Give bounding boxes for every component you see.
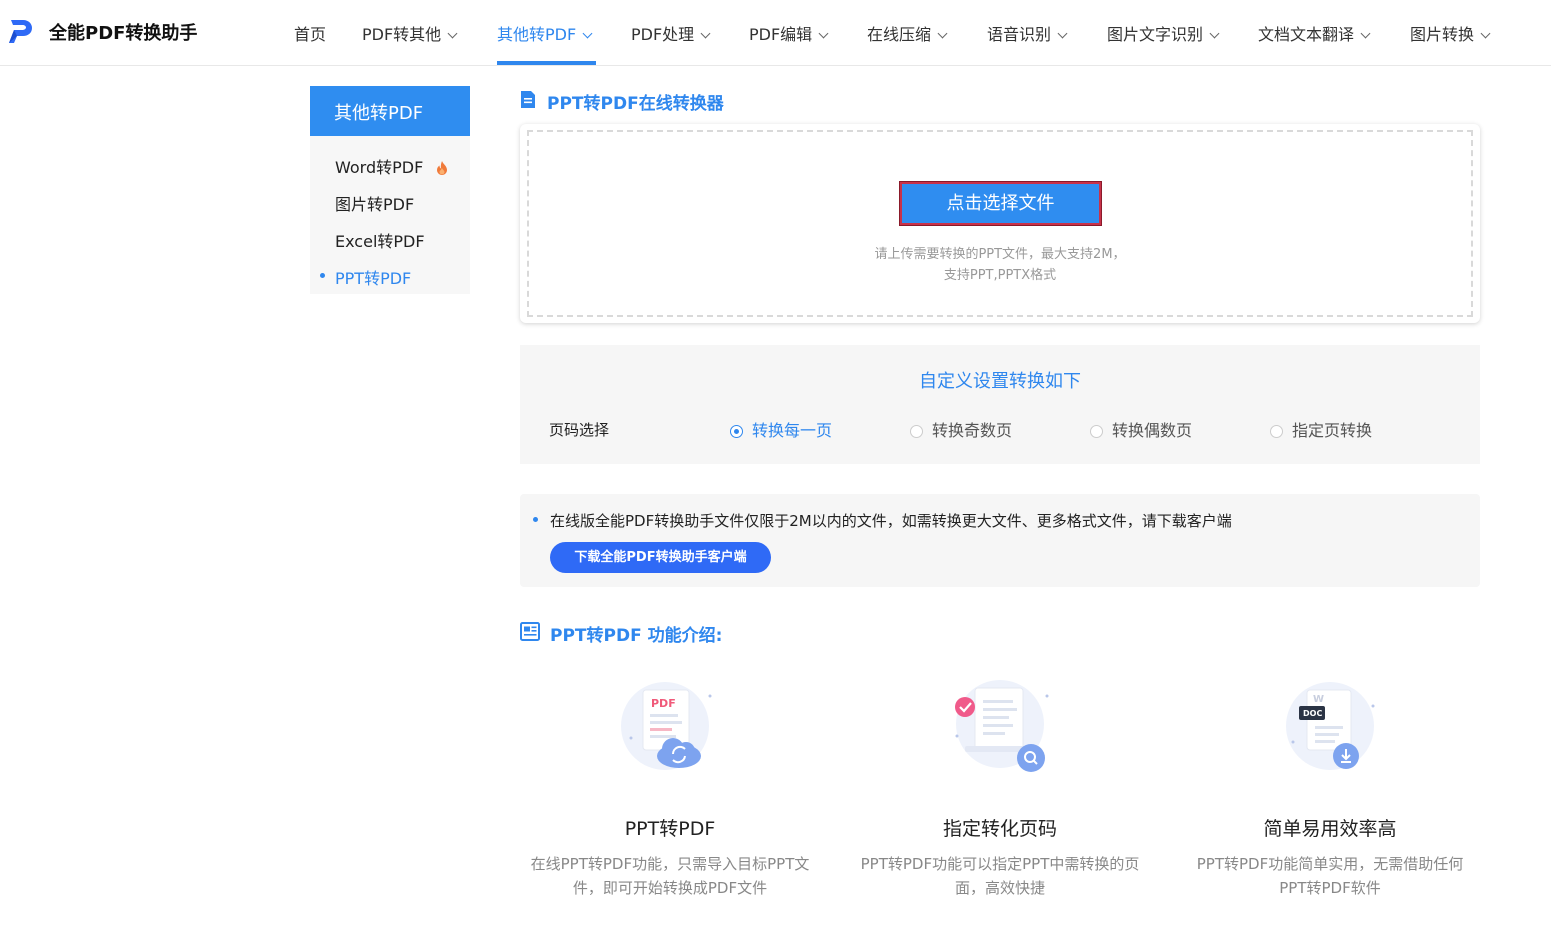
- doc-download-illustration-icon: W DOC: [1286, 682, 1375, 770]
- svg-text:W: W: [1313, 694, 1324, 705]
- chevron-down-icon: [1057, 28, 1068, 39]
- radio-specify-pages[interactable]: 指定页转换: [1270, 417, 1372, 441]
- active-bullet: [320, 273, 325, 278]
- radio-unchecked-icon: [910, 425, 923, 438]
- nav-home[interactable]: 首页: [294, 21, 326, 45]
- nav-other-to-pdf[interactable]: 其他转PDF: [497, 21, 593, 45]
- client-notice: 在线版全能PDF转换助手文件仅限于2M以内的文件，如需转换更大文件、更多格式文件…: [520, 494, 1480, 587]
- app-logo-icon[interactable]: [8, 18, 34, 44]
- sidebar-item-ppt-to-pdf[interactable]: PPT转PDF: [320, 265, 411, 289]
- upload-hint-line2: 支持PPT,PPTX格式: [943, 268, 1057, 283]
- radio-checked-icon: [730, 425, 743, 438]
- custom-settings-panel: 自定义设置转换如下 页码选择 转换每一页 转换奇数页 转换偶数页 指定页转换: [520, 345, 1480, 464]
- sidebar-item-excel-to-pdf[interactable]: Excel转PDF: [335, 228, 425, 252]
- download-client-button[interactable]: 下载全能PDF转换助手客户端: [550, 542, 771, 573]
- nav-speech-recognition[interactable]: 语音识别: [987, 21, 1068, 45]
- sidebar: 其他转PDF Word转PDF 图片转PDF Excel转PDF PPT转PDF: [310, 86, 470, 294]
- chevron-down-icon: [1209, 28, 1220, 39]
- feature-list-icon: [520, 622, 540, 641]
- feature-description: 在线PPT转PDF功能，只需导入目标PPT文 件，即可开始转换成PDF文件: [530, 855, 810, 897]
- nav-image-convert[interactable]: 图片转换: [1410, 21, 1491, 45]
- doc-badge: DOC: [1303, 709, 1322, 718]
- active-nav-indicator: [497, 61, 596, 65]
- nav-online-compress[interactable]: 在线压缩: [867, 21, 948, 45]
- chevron-down-icon: [700, 28, 711, 39]
- chevron-down-icon: [818, 28, 829, 39]
- notice-text: 在线版全能PDF转换助手文件仅限于2M以内的文件，如需转换更大文件、更多格式文件…: [550, 512, 1232, 530]
- feature-title: 指定转化页码: [942, 818, 1057, 840]
- nav-pdf-process[interactable]: PDF处理: [631, 21, 711, 45]
- feature-title: PPT转PDF: [624, 818, 716, 840]
- brand-name[interactable]: 全能PDF转换助手: [49, 19, 197, 45]
- radio-convert-even-pages[interactable]: 转换偶数页: [1090, 417, 1192, 441]
- radio-unchecked-icon: [1270, 425, 1283, 438]
- chevron-down-icon: [1480, 28, 1491, 39]
- settings-title: 自定义设置转换如下: [919, 371, 1081, 392]
- sidebar-item-image-to-pdf[interactable]: 图片转PDF: [335, 191, 414, 215]
- chevron-down-icon: [1360, 28, 1371, 39]
- feature-description: PPT转PDF功能可以指定PPT中需转换的页 面，高效快捷: [860, 855, 1140, 897]
- notice-bullet: [533, 517, 538, 522]
- top-header: 全能PDF转换助手 首页 PDF转其他 其他转PDF PDF处理 PDF编辑 在…: [0, 0, 1551, 66]
- sidebar-item-word-to-pdf[interactable]: Word转PDF: [335, 154, 448, 178]
- page-selection-label: 页码选择: [549, 421, 610, 439]
- upload-hint-line1: 请上传需要转换的PPT文件，最大支持2M，: [874, 247, 1126, 262]
- radio-unchecked-icon: [1090, 425, 1103, 438]
- nav-pdf-edit[interactable]: PDF编辑: [749, 21, 829, 45]
- pdf-cloud-illustration-icon: PDF: [621, 682, 712, 770]
- document-search-illustration-icon: [955, 680, 1049, 772]
- document-icon: [521, 91, 535, 108]
- nav-image-ocr[interactable]: 图片文字识别: [1107, 21, 1220, 45]
- pdf-badge: PDF: [651, 697, 676, 710]
- chevron-down-icon: [582, 28, 593, 39]
- sidebar-title: 其他转PDF: [310, 86, 470, 136]
- chevron-down-icon: [447, 28, 458, 39]
- radio-convert-every-page[interactable]: 转换每一页: [730, 417, 832, 441]
- chevron-down-icon: [937, 28, 948, 39]
- feature-title: 简单易用效率高: [1263, 818, 1397, 840]
- radio-convert-odd-pages[interactable]: 转换奇数页: [910, 417, 1012, 441]
- features-title: PPT转PDF 功能介绍:: [550, 626, 723, 646]
- nav-doc-translate[interactable]: 文档文本翻译: [1258, 21, 1371, 45]
- fire-icon: [437, 161, 448, 175]
- nav-pdf-to-other[interactable]: PDF转其他: [362, 21, 458, 45]
- converter-title: PPT转PDF在线转换器: [547, 94, 724, 114]
- feature-description: PPT转PDF功能简单实用，无需借助任何 PPT转PDF软件: [1196, 855, 1464, 897]
- choose-file-button[interactable]: 点击选择文件: [900, 182, 1101, 225]
